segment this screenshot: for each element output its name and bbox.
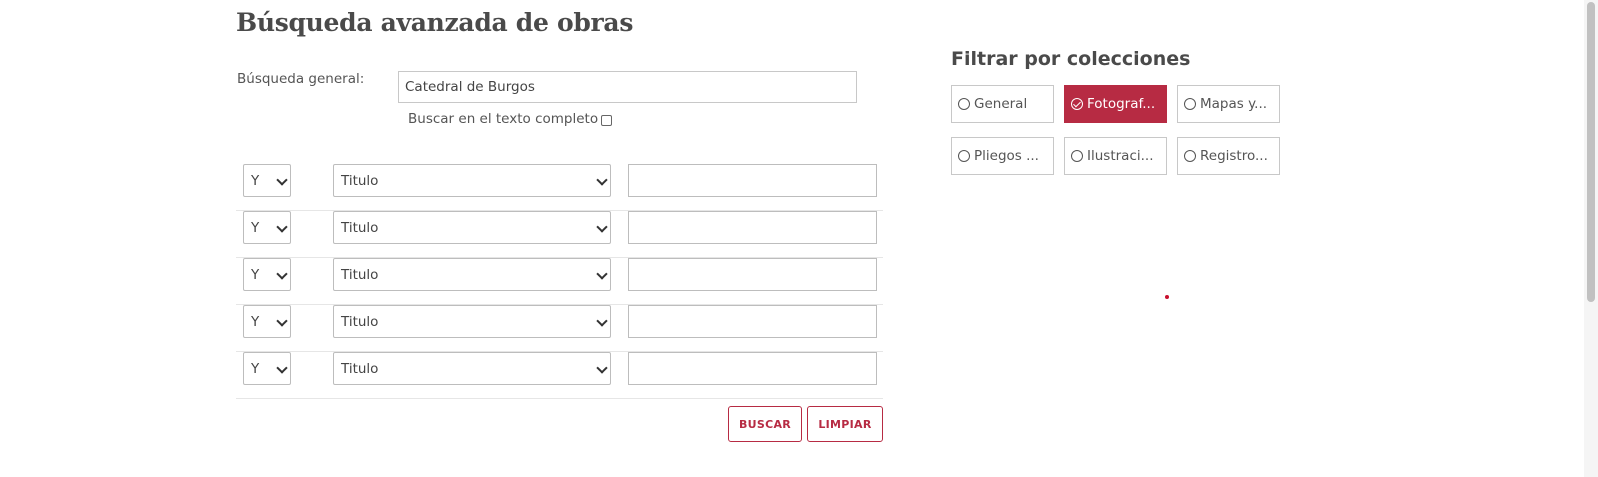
- collection-label: General: [974, 96, 1028, 112]
- collection-ilustraciones[interactable]: Ilustraci...: [1064, 137, 1167, 175]
- criteria-row-2: Y Titulo: [236, 211, 883, 258]
- fulltext-checkbox[interactable]: [601, 114, 613, 126]
- collection-registro[interactable]: Registro...: [1177, 137, 1280, 175]
- radio-icon: [1184, 98, 1196, 110]
- filter-title: Filtrar por colecciones: [951, 48, 1191, 70]
- chevron-down-icon: [596, 361, 608, 374]
- field-select[interactable]: Titulo: [333, 211, 611, 244]
- field-value: Titulo: [341, 313, 379, 330]
- term-input[interactable]: [628, 211, 877, 244]
- field-select[interactable]: Titulo: [333, 258, 611, 291]
- criteria-row-4: Y Titulo: [236, 305, 883, 352]
- chevron-down-icon: [276, 267, 288, 280]
- chevron-down-icon: [596, 173, 608, 186]
- chevron-down-icon: [596, 267, 608, 280]
- clear-button[interactable]: LIMPIAR: [807, 406, 883, 442]
- collection-label: Pliegos ...: [974, 148, 1039, 164]
- chevron-down-icon: [276, 173, 288, 186]
- field-value: Titulo: [341, 172, 379, 189]
- criteria-row-5: Y Titulo: [236, 352, 883, 399]
- term-input[interactable]: [628, 164, 877, 197]
- collection-label: Ilustraci...: [1087, 148, 1154, 164]
- general-search-input[interactable]: [398, 71, 857, 103]
- field-select[interactable]: Titulo: [333, 164, 611, 197]
- collection-general[interactable]: General: [951, 85, 1054, 123]
- page-title: Búsqueda avanzada de obras: [236, 8, 634, 37]
- operator-value: Y: [251, 266, 260, 283]
- collection-label: Registro...: [1200, 148, 1268, 164]
- field-value: Titulo: [341, 266, 379, 283]
- field-value: Titulo: [341, 360, 379, 377]
- criteria-row-1: Y Titulo: [236, 164, 883, 211]
- chevron-down-icon: [596, 220, 608, 233]
- term-input[interactable]: [628, 258, 877, 291]
- operator-select[interactable]: Y: [243, 352, 291, 385]
- radio-icon: [958, 98, 970, 110]
- collection-mapas[interactable]: Mapas y...: [1177, 85, 1280, 123]
- operator-select[interactable]: Y: [243, 305, 291, 338]
- operator-select[interactable]: Y: [243, 258, 291, 291]
- term-input[interactable]: [628, 305, 877, 338]
- collection-label: Fotograf...: [1087, 96, 1156, 112]
- chevron-down-icon: [276, 220, 288, 233]
- operator-value: Y: [251, 313, 260, 330]
- operator-select[interactable]: Y: [243, 211, 291, 244]
- check-circle-icon: [1071, 98, 1083, 110]
- chevron-down-icon: [596, 314, 608, 327]
- page-scrollbar[interactable]: [1584, 0, 1598, 477]
- scrollbar-thumb[interactable]: [1587, 2, 1595, 302]
- radio-icon: [1184, 150, 1196, 162]
- chevron-down-icon: [276, 314, 288, 327]
- general-search-label: Búsqueda general:: [237, 71, 365, 87]
- term-input[interactable]: [628, 352, 877, 385]
- collection-label: Mapas y...: [1200, 96, 1268, 112]
- operator-value: Y: [251, 360, 260, 377]
- collection-fotografias[interactable]: Fotograf...: [1064, 85, 1167, 123]
- operator-value: Y: [251, 172, 260, 189]
- loading-dot: [1165, 295, 1169, 299]
- operator-select[interactable]: Y: [243, 164, 291, 197]
- criteria-row-3: Y Titulo: [236, 258, 883, 305]
- field-select[interactable]: Titulo: [333, 305, 611, 338]
- operator-value: Y: [251, 219, 260, 236]
- chevron-down-icon: [276, 361, 288, 374]
- collection-pliegos[interactable]: Pliegos ...: [951, 137, 1054, 175]
- radio-icon: [1071, 150, 1083, 162]
- fulltext-label: Buscar en el texto completo: [408, 111, 599, 127]
- fulltext-option: Buscar en el texto completo: [408, 111, 613, 127]
- radio-icon: [958, 150, 970, 162]
- field-select[interactable]: Titulo: [333, 352, 611, 385]
- search-button[interactable]: BUSCAR: [728, 406, 802, 442]
- field-value: Titulo: [341, 219, 379, 236]
